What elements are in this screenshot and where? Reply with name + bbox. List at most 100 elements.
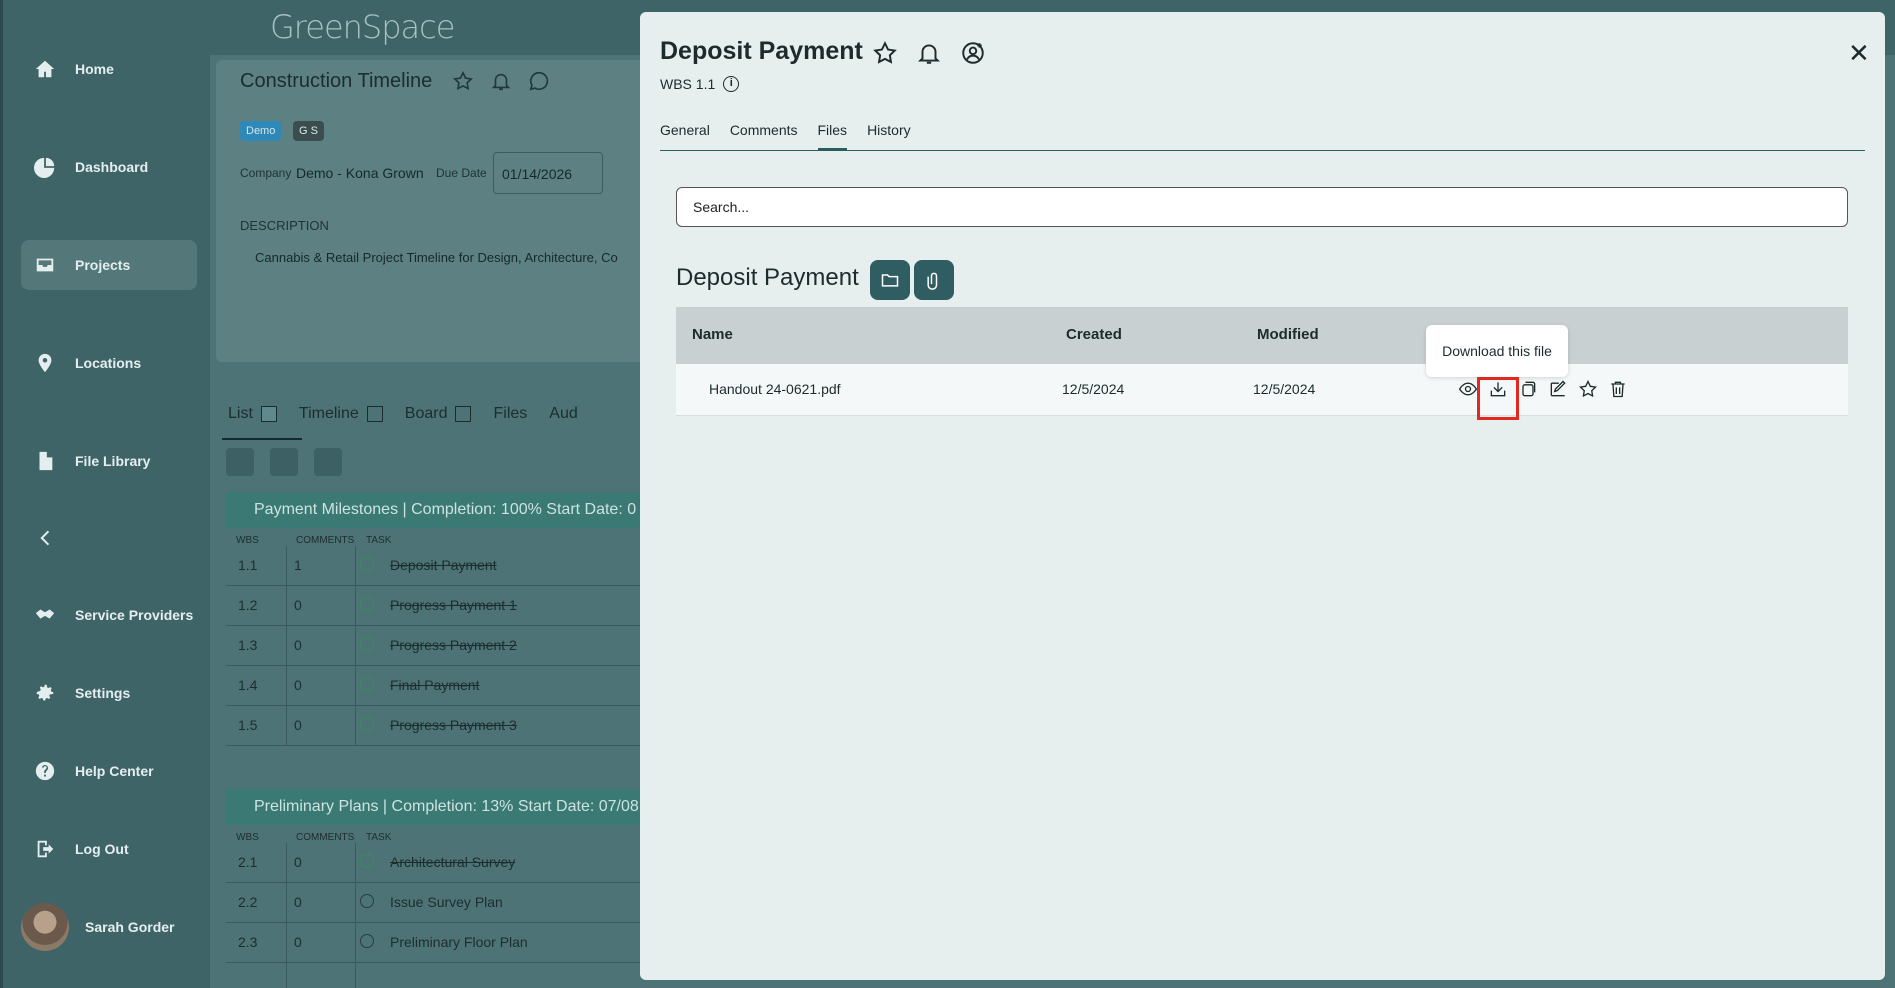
group-header[interactable]: Payment Milestones | Completion: 100% St… (226, 492, 646, 528)
col-wbs: WBS (236, 832, 259, 843)
sidebar-item-locations[interactable]: Locations (21, 338, 197, 388)
table-row[interactable]: Handout 24-0621.pdf 12/5/2024 12/5/2024 (676, 364, 1848, 416)
paperclip-icon (927, 272, 938, 290)
description-text: Cannabis & Retail Project Timeline for D… (255, 250, 618, 265)
check-circle-icon (360, 597, 374, 611)
gear-icon (33, 681, 57, 705)
sidebar-collapse-button[interactable] (21, 513, 197, 563)
sidebar-item-help-center[interactable]: Help Center (21, 746, 197, 796)
description-label: DESCRIPTION (240, 218, 329, 233)
file-icon (33, 449, 57, 473)
table-row[interactable]: 1.2 0 Progress Payment 1 (226, 586, 646, 626)
file-modified: 12/5/2024 (1253, 381, 1316, 397)
search-input[interactable] (676, 187, 1848, 227)
trash-icon[interactable] (1607, 376, 1629, 402)
tag-gs: G S (293, 121, 324, 141)
timeline-checkbox[interactable] (366, 405, 383, 422)
board-checkbox[interactable] (455, 405, 472, 422)
handshake-icon (33, 603, 57, 627)
sidebar-item-label: Help Center (75, 763, 154, 779)
table-row[interactable]: 1.4 0 Final Payment (226, 666, 646, 706)
chevron-left-icon (33, 526, 57, 550)
user-add-icon[interactable] (960, 40, 986, 66)
table-row[interactable]: 1.3 0 Progress Payment 2 (226, 626, 646, 666)
tab-history[interactable]: History (867, 122, 911, 150)
avatar (21, 903, 69, 951)
check-circle-icon (360, 677, 374, 691)
col-task: TASK (366, 832, 392, 843)
star-icon[interactable] (872, 40, 898, 66)
sidebar-item-projects[interactable]: Projects (21, 240, 197, 290)
table-row[interactable]: 1.5 0 Progress Payment 3 (226, 706, 646, 746)
sidebar-item-file-library[interactable]: File Library (21, 436, 197, 486)
info-icon[interactable]: i (723, 76, 740, 92)
project-card (216, 60, 656, 362)
company-value: Demo - Kona Grown (296, 165, 424, 181)
folder-title: Deposit Payment (676, 264, 859, 291)
tab-files[interactable]: Files (493, 405, 527, 423)
check-circle-icon (360, 854, 374, 868)
tab-audit[interactable]: Aud (549, 405, 577, 423)
close-icon[interactable]: ✕ (1848, 40, 1870, 66)
column-header-created[interactable]: Created (1066, 326, 1122, 343)
view-icon[interactable] (1457, 376, 1479, 402)
edit-icon[interactable] (1547, 376, 1569, 402)
tab-general[interactable]: General (660, 122, 710, 150)
group-header[interactable]: Preliminary Plans | Completion: 13% Star… (226, 789, 646, 825)
table-row[interactable]: 1.1 1 Deposit Payment (226, 546, 646, 586)
inbox-icon (33, 253, 57, 277)
sidebar-item-dashboard[interactable]: Dashboard (21, 142, 197, 192)
home-icon (33, 57, 57, 81)
tab-board[interactable]: Board (405, 405, 472, 423)
list-checkbox[interactable] (260, 405, 277, 422)
sidebar-item-settings[interactable]: Settings (21, 668, 197, 718)
wbs-value: WBS 1.1 (660, 76, 716, 92)
tab-comments[interactable]: Comments (730, 122, 798, 150)
folder-icon (881, 274, 899, 287)
due-date-field[interactable]: 01/14/2026 (493, 152, 603, 194)
tab-timeline[interactable]: Timeline (299, 405, 383, 423)
sidebar-item-label: Log Out (75, 841, 129, 857)
sidebar-item-log-out[interactable]: Log Out (21, 824, 197, 874)
col-comments: COMMENTS (296, 535, 355, 546)
column-header-modified[interactable]: Modified (1257, 326, 1319, 343)
sidebar: Home Dashboard Projects Locations File L… (0, 0, 210, 988)
user-profile[interactable]: Sarah Gorder (21, 903, 174, 951)
view-tabs: List Timeline Board Files Aud (228, 405, 578, 423)
table-row[interactable]: 2.1 0 Architectural Survey (226, 843, 646, 883)
circle-icon (360, 934, 374, 948)
project-title: Construction Timeline (240, 70, 433, 92)
files-table-header: Name Created Modified (676, 307, 1848, 364)
bell-icon[interactable] (916, 40, 942, 66)
sidebar-item-label: Locations (75, 355, 142, 371)
open-folder-button[interactable] (870, 260, 910, 300)
export-button[interactable] (314, 448, 342, 476)
help-icon (33, 759, 57, 783)
copy-icon[interactable] (1517, 376, 1539, 402)
sidebar-item-label: Dashboard (75, 159, 149, 175)
bell-icon[interactable] (490, 70, 512, 92)
table-row[interactable]: 2.2 0 Issue Survey Plan (226, 883, 646, 923)
pie-chart-icon (33, 155, 57, 179)
col-wbs: WBS (236, 535, 259, 546)
sidebar-item-home[interactable]: Home (21, 44, 197, 94)
modal-title: Deposit Payment (660, 37, 863, 65)
pause-button[interactable] (270, 448, 298, 476)
sidebar-item-label: File Library (75, 453, 151, 469)
sidebar-item-label: Projects (75, 257, 131, 273)
tabs-divider (660, 150, 1865, 151)
user-name: Sarah Gorder (85, 919, 175, 935)
map-pin-icon (33, 351, 57, 375)
filter-button[interactable] (226, 448, 254, 476)
table-row[interactable]: 2.3 0 Preliminary Floor Plan (226, 923, 646, 963)
star-icon[interactable] (1577, 376, 1599, 402)
sidebar-item-service-providers[interactable]: Service Providers (21, 590, 197, 640)
comment-icon[interactable] (528, 70, 550, 92)
attach-file-button[interactable] (914, 260, 954, 300)
column-header-name[interactable]: Name (692, 326, 733, 343)
sidebar-item-label: Service Providers (75, 607, 194, 623)
tab-files[interactable]: Files (817, 122, 848, 150)
file-name[interactable]: Handout 24-0621.pdf (709, 381, 841, 397)
star-icon[interactable] (452, 70, 474, 92)
tab-list[interactable]: List (228, 405, 277, 423)
